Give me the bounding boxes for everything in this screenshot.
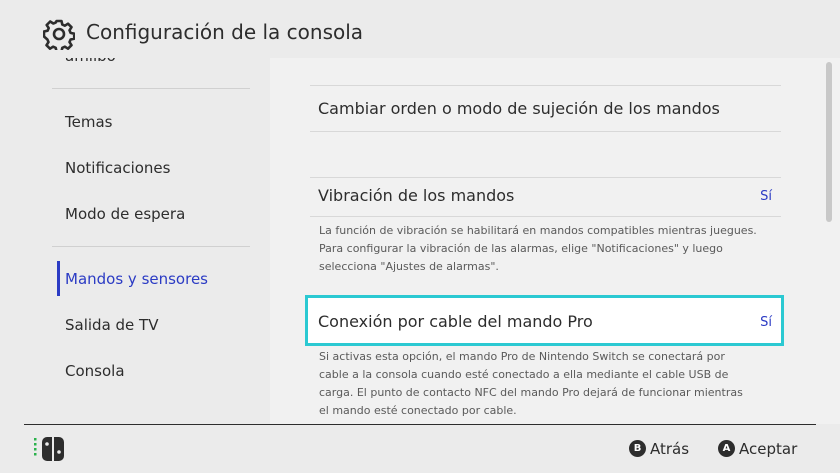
accept-button[interactable]: A Aceptar — [718, 438, 797, 458]
sidebar-item-consola[interactable]: Consola — [65, 362, 125, 380]
conexion-cable-description: Si activas esta opción, el mando Pro de … — [319, 350, 743, 417]
sidebar-item-modo-espera[interactable]: Modo de espera — [65, 205, 185, 223]
vibracion-value: Sí — [760, 189, 772, 204]
row-divider — [310, 216, 781, 217]
active-indicator — [57, 261, 60, 296]
header: Configuración de la consola — [0, 0, 840, 58]
sidebar-item-amiibo-partial[interactable]: amiibo — [65, 58, 116, 65]
sidebar: amiibo Temas Notificaciones Modo de espe… — [0, 58, 270, 424]
sidebar-item-temas[interactable]: Temas — [65, 113, 112, 131]
sidebar-item-notificaciones[interactable]: Notificaciones — [65, 159, 170, 177]
b-button-icon: B — [629, 440, 646, 457]
conexion-cable-value: Sí — [760, 315, 772, 330]
scrollbar-thumb[interactable] — [826, 62, 832, 222]
a-button-icon: A — [718, 440, 735, 457]
controller-icon — [34, 437, 64, 461]
gear-icon — [43, 19, 75, 50]
sidebar-divider — [52, 88, 250, 89]
row-divider — [310, 85, 781, 86]
footer: B Atrás A Aceptar — [0, 424, 840, 473]
sidebar-divider — [52, 246, 250, 247]
row-conexion-cable-label[interactable]: Conexión por cable del mando Pro — [318, 312, 593, 331]
row-cambiar-orden[interactable]: Cambiar orden o modo de sujeción de los … — [318, 99, 720, 118]
settings-panel: Cambiar orden o modo de sujeción de los … — [270, 58, 840, 424]
sidebar-item-mandos-sensores[interactable]: Mandos y sensores — [65, 270, 208, 288]
back-button[interactable]: B Atrás — [629, 438, 689, 458]
row-vibracion-mandos[interactable]: Vibración de los mandos — [318, 186, 514, 205]
row-divider — [310, 177, 781, 178]
sidebar-item-salida-tv[interactable]: Salida de TV — [65, 316, 158, 334]
vibracion-description: La función de vibración se habilitará en… — [319, 224, 757, 273]
page-title: Configuración de la consola — [86, 20, 364, 44]
row-divider — [310, 131, 781, 132]
